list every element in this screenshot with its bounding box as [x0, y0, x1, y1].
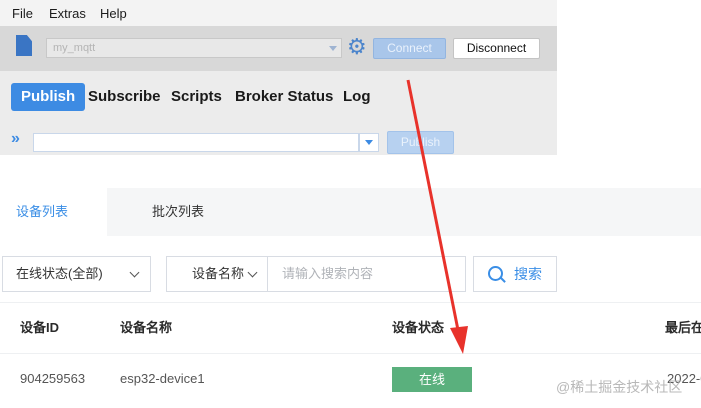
connection-toolbar: my_mqtt ⚙ Connect Disconnect — [0, 26, 557, 71]
chevron-down-icon — [247, 267, 258, 278]
search-input[interactable]: 请输入搜索内容 — [267, 256, 466, 292]
menu-help[interactable]: Help — [100, 6, 127, 21]
search-field-label: 设备名称 — [192, 266, 245, 281]
header-device-name: 设备名称 — [120, 320, 173, 335]
search-button[interactable]: 搜索 — [473, 256, 557, 292]
publish-button[interactable]: Publish — [387, 131, 454, 154]
connect-button[interactable]: Connect — [373, 38, 446, 59]
tab-device-list[interactable]: 设备列表 — [0, 188, 107, 236]
chevron-down-icon — [129, 267, 140, 278]
tab-batch-list[interactable]: 批次列表 — [152, 188, 204, 236]
disconnect-button[interactable]: Disconnect — [453, 38, 540, 59]
topic-dropdown-button[interactable] — [359, 133, 379, 152]
menu-extras[interactable]: Extras — [49, 6, 86, 21]
watermark: @稀土掘金技术社区 — [556, 379, 683, 395]
mqtt-client-window: File Extras Help my_mqtt ⚙ Connect Disco… — [0, 0, 557, 155]
console-tab-bar: 设备列表 批次列表 — [0, 188, 701, 236]
menu-file[interactable]: File — [12, 6, 33, 21]
tab-subscribe[interactable]: Subscribe — [88, 83, 161, 111]
expand-icon[interactable]: » — [11, 131, 20, 147]
tab-broker-status[interactable]: Broker Status — [235, 83, 333, 111]
menu-bar: File Extras Help — [0, 0, 557, 26]
status-badge: 在线 — [392, 367, 472, 392]
tab-scripts[interactable]: Scripts — [171, 83, 222, 111]
search-button-label: 搜索 — [514, 266, 542, 282]
device-name-cell: esp32-device1 — [120, 371, 205, 386]
tab-publish[interactable]: Publish — [11, 83, 86, 111]
chevron-down-icon — [329, 46, 337, 51]
file-icon[interactable] — [16, 35, 32, 56]
topic-input[interactable] — [33, 133, 359, 152]
header-last-online: 最后在 — [665, 320, 701, 335]
publish-row: » Publish — [0, 122, 557, 155]
header-device-id: 设备ID — [20, 320, 60, 335]
search-field-select[interactable]: 设备名称 — [166, 256, 268, 292]
device-id-cell: 904259563 — [20, 371, 86, 386]
connection-profile-value: my_mqtt — [53, 42, 96, 54]
gear-icon[interactable]: ⚙ — [347, 36, 367, 58]
device-table-header: 设备ID 设备名称 设备状态 最后在 — [0, 302, 701, 354]
search-icon — [488, 266, 503, 281]
tab-log[interactable]: Log — [343, 83, 371, 111]
online-status-filter[interactable]: 在线状态(全部) — [2, 256, 151, 292]
online-status-filter-label: 在线状态(全部) — [16, 266, 103, 281]
connection-profile-select[interactable]: my_mqtt — [46, 38, 342, 58]
mqtt-tab-bar: Publish Subscribe Scripts Broker Status … — [0, 72, 557, 122]
header-device-status: 设备状态 — [392, 320, 445, 335]
